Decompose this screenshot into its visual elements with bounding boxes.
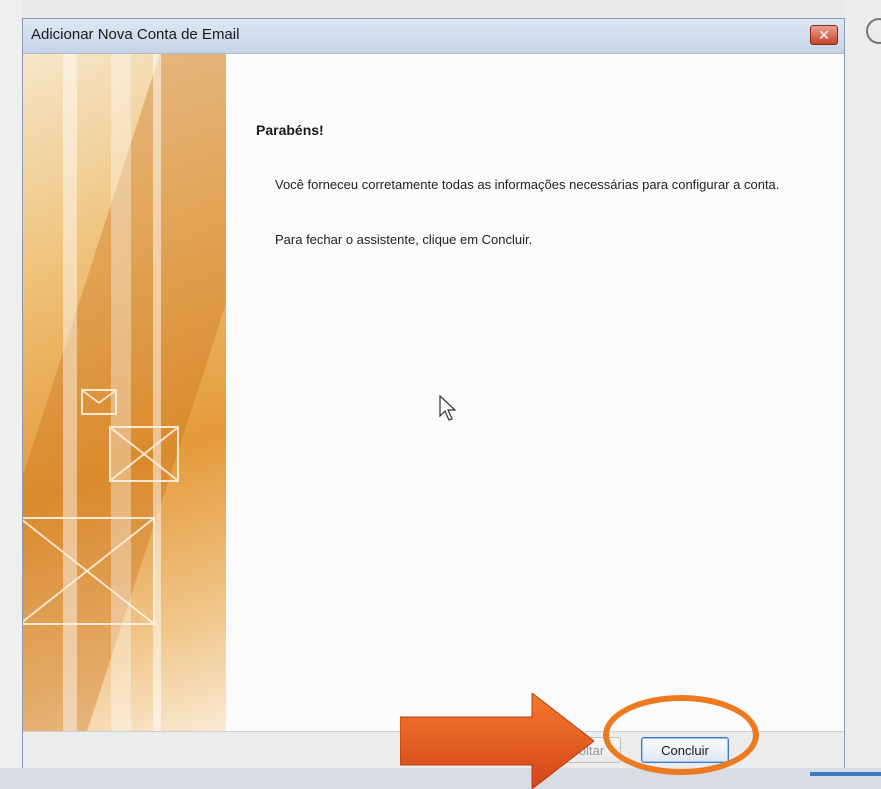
mouse-cursor-icon	[439, 395, 457, 421]
desktop-background-left	[0, 0, 22, 789]
close-button[interactable]: ✕	[810, 25, 838, 45]
envelope-icon	[23, 517, 155, 625]
success-message: Você forneceu corretamente todas as info…	[275, 177, 780, 192]
annotation-highlight-ring	[603, 695, 759, 775]
dialog-titlebar[interactable]: Adicionar Nova Conta de Email ✕	[23, 19, 844, 54]
add-email-account-dialog: Adicionar Nova Conta de Email ✕ Parabéns…	[22, 18, 845, 768]
taskbar-accent	[810, 772, 881, 776]
envelope-icon	[109, 426, 179, 482]
desktop-background-right	[845, 0, 881, 789]
wizard-side-artwork	[23, 54, 226, 731]
art-band	[153, 54, 161, 731]
annotation-arrow-icon	[400, 693, 594, 789]
envelope-icon	[81, 389, 117, 415]
desktop-background-top	[0, 0, 881, 18]
congratulations-heading: Parabéns!	[256, 122, 324, 138]
dialog-title: Adicionar Nova Conta de Email	[31, 26, 240, 43]
art-band	[63, 54, 77, 731]
close-icon: ✕	[818, 26, 830, 43]
finish-instruction: Para fechar o assistente, clique em Conc…	[275, 232, 533, 247]
